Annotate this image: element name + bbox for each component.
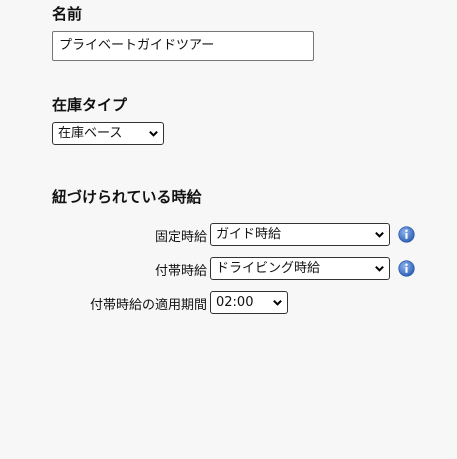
fixed-wage-label: 固定時給 [154, 230, 207, 245]
info-icon[interactable] [398, 226, 415, 243]
extra-wage-label: 付帯時給 [154, 264, 207, 279]
chevron-down-icon [375, 231, 384, 238]
stock-type-value: 在庫ベース [58, 126, 123, 141]
chevron-down-icon [273, 299, 282, 306]
linked-wage-title: 紐づけられている時給 [52, 188, 202, 206]
extra-wage-value: ドライビング時給 [216, 261, 321, 276]
extra-period-select[interactable]: 02:00 [210, 291, 288, 314]
fixed-wage-value: ガイド時給 [216, 227, 282, 242]
stock-type-select[interactable]: 在庫ベース [52, 122, 164, 145]
extra-period-label: 付帯時給の適用期間 [89, 298, 207, 313]
stock-type-label: 在庫タイプ [52, 96, 128, 114]
fixed-wage-select[interactable]: ガイド時給 [210, 223, 390, 246]
name-input[interactable]: プライベートガイドツアー [52, 31, 314, 61]
info-icon[interactable] [398, 260, 415, 277]
chevron-down-icon [375, 265, 384, 272]
extra-period-value: 02:00 [216, 295, 254, 310]
name-label: 名前 [52, 5, 83, 23]
chevron-down-icon [149, 130, 158, 137]
extra-wage-select[interactable]: ドライビング時給 [210, 257, 390, 280]
